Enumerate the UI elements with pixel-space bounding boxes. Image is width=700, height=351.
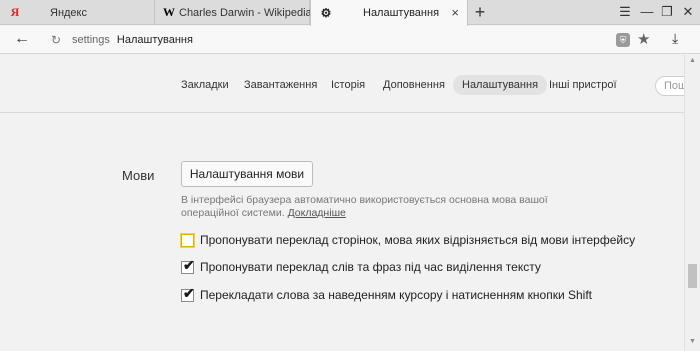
description-text: В інтерфейсі браузера автоматично викори… — [181, 194, 548, 219]
option-hover-shift-translation[interactable]: ✔ Перекладати слова за наведенням курсор… — [181, 284, 593, 302]
download-icon[interactable]: ⤓ — [672, 30, 678, 47]
nav-other-devices[interactable]: Інші пристрої — [549, 75, 617, 95]
back-arrow-icon[interactable]: ← — [14, 30, 30, 48]
yandex-logo-icon: Я — [10, 5, 20, 19]
nav-history[interactable]: Історія — [331, 75, 365, 95]
reload-icon[interactable]: ↻ — [48, 32, 64, 48]
scroll-thumb[interactable] — [688, 264, 697, 288]
nav-bookmarks[interactable]: Закладки — [181, 75, 229, 95]
gear-icon: ⚙ — [320, 6, 332, 20]
option-label: Пропонувати переклад слів та фраз під ча… — [200, 260, 541, 274]
scroll-up-icon[interactable]: ▲ — [689, 57, 696, 64]
toolbar: ← ↻ settings Налаштування ⛨ ★ — [0, 26, 700, 54]
tab-strip: Я Яндекс W Charles Darwin - Wikipedia ⚙ … — [0, 0, 700, 26]
protect-shield-icon[interactable]: ⛨ — [616, 33, 630, 47]
nav-downloads[interactable]: Завантаження — [244, 75, 317, 95]
checkmark-icon: ✔ — [183, 256, 195, 273]
scroll-down-icon[interactable]: ▼ — [689, 338, 696, 345]
close-window-icon[interactable]: ✕ — [678, 3, 698, 21]
option-label: Перекладати слова за наведенням курсору … — [200, 288, 593, 302]
new-tab-button[interactable]: + — [470, 2, 490, 22]
restore-icon[interactable]: ❐ — [657, 3, 677, 21]
checkmark-icon: ✔ — [183, 284, 195, 301]
bookmark-star-icon[interactable]: ★ — [637, 30, 650, 48]
address-bar[interactable]: ↻ settings Налаштування ⛨ ★ — [40, 29, 660, 51]
checkbox-checked[interactable]: ✔ — [181, 284, 195, 302]
nav-settings[interactable]: Налаштування — [453, 75, 548, 95]
minimize-icon[interactable]: — — [637, 3, 657, 21]
scrollbar[interactable]: ▲ ▼ — [684, 55, 700, 351]
tab-wikipedia[interactable]: W Charles Darwin - Wikipedia — [155, 0, 312, 25]
close-icon[interactable]: × — [451, 6, 459, 19]
language-settings-button[interactable]: Налаштування мови — [181, 161, 313, 187]
languages-label: Мови — [122, 168, 155, 183]
details-link[interactable]: Докладніше — [288, 207, 346, 219]
option-offer-page-translation[interactable]: Пропонувати переклад сторінок, мова яких… — [181, 233, 635, 247]
checkbox-unchecked[interactable] — [181, 233, 194, 247]
languages-description: В інтерфейсі браузера автоматично викори… — [181, 194, 601, 220]
tab-title: Яндекс — [50, 6, 87, 19]
settings-page: Закладки Завантаження Історія Доповнення… — [0, 55, 700, 351]
tab-title: Налаштування — [363, 7, 440, 19]
option-offer-selection-translation[interactable]: ✔ Пропонувати переклад слів та фраз під … — [181, 256, 541, 274]
url-page-title: Налаштування — [116, 34, 193, 46]
menu-icon[interactable]: ☰ — [615, 3, 635, 21]
checkbox-checked[interactable]: ✔ — [181, 256, 195, 274]
wikipedia-logo-icon: W — [163, 5, 175, 19]
tab-settings[interactable]: ⚙ Налаштування × — [310, 0, 468, 26]
nav-extensions[interactable]: Доповнення — [383, 75, 445, 95]
option-label: Пропонувати переклад сторінок, мова яких… — [200, 233, 636, 247]
settings-nav: Закладки Завантаження Історія Доповнення… — [0, 55, 700, 113]
tab-yandex[interactable]: Я Яндекс — [0, 0, 155, 25]
tab-title: Charles Darwin - Wikipedia — [179, 6, 312, 19]
url-host: settings — [72, 34, 110, 46]
